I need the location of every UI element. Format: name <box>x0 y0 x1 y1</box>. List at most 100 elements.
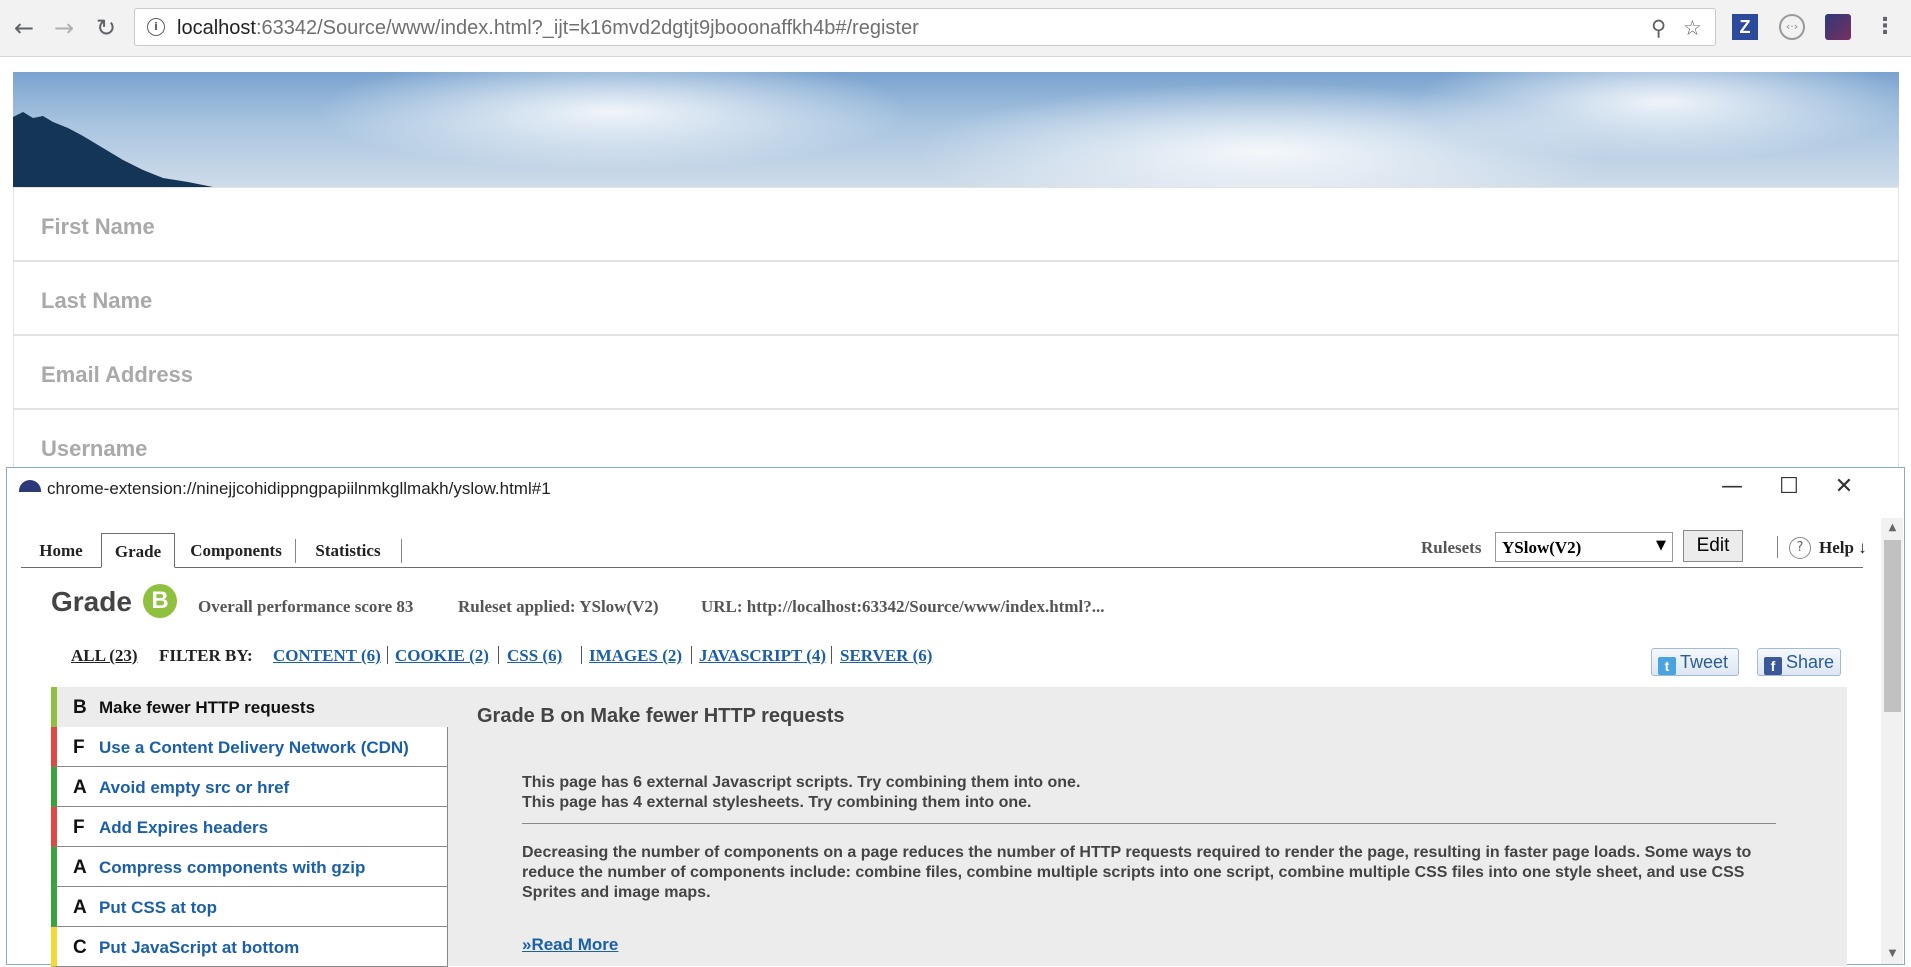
menu-icon[interactable]: ⋮ <box>1872 14 1898 40</box>
rule-item-css-top[interactable]: A Put CSS at top <box>51 887 447 927</box>
rule-grade: A <box>73 857 87 878</box>
help-icon[interactable]: ? <box>1789 537 1811 559</box>
last-name-placeholder: Last Name <box>41 288 153 313</box>
rule-item-empty-src[interactable]: A Avoid empty src or href <box>51 767 447 807</box>
rule-grade: A <box>73 777 87 798</box>
rule-name[interactable]: Avoid empty src or href <box>99 778 289 798</box>
filter-separator <box>831 646 832 664</box>
share-label: Share <box>1786 652 1835 672</box>
maximize-icon[interactable]: ☐ <box>1772 474 1806 500</box>
grade-badge: B <box>143 584 177 618</box>
rule-name[interactable]: Add Expires headers <box>99 818 268 838</box>
filter-server[interactable]: SERVER (6) <box>840 646 932 666</box>
zoom-icon[interactable]: ⚲ <box>1651 16 1666 40</box>
popup-titlebar: chrome-extension://ninejjcohidippngpapii… <box>7 468 1904 506</box>
close-icon[interactable]: ✕ <box>1827 474 1861 500</box>
detail-messages: This page has 6 external Javascript scri… <box>522 773 1080 813</box>
tweet-label: Tweet <box>1680 652 1729 672</box>
back-button[interactable]: ← <box>10 14 38 42</box>
yslow-favicon-icon <box>19 480 41 492</box>
filter-separator <box>498 646 499 664</box>
tab-grade[interactable]: Grade <box>101 533 175 568</box>
filter-javascript[interactable]: JAVASCRIPT (4) <box>699 646 826 666</box>
rule-item-expires-headers[interactable]: F Add Expires headers <box>51 807 447 847</box>
performance-score: Overall performance score 83 <box>198 597 414 616</box>
last-name-field[interactable]: Last Name <box>13 261 1899 335</box>
tab-home[interactable]: Home <box>21 533 101 567</box>
rule-name[interactable]: Put JavaScript at bottom <box>99 938 299 958</box>
rule-name[interactable]: Make fewer HTTP requests <box>99 698 315 718</box>
twitter-icon: t <box>1658 657 1676 675</box>
detail-description: Decreasing the number of components on a… <box>522 844 1752 901</box>
rule-item-cdn[interactable]: F Use a Content Delivery Network (CDN) <box>51 727 447 767</box>
rule-name[interactable]: Put CSS at top <box>99 898 217 918</box>
edit-button[interactable]: Edit <box>1683 530 1743 562</box>
facebook-icon: f <box>1764 657 1782 675</box>
cloud-shape <box>313 72 913 172</box>
yslow-popup-window: chrome-extension://ninejjcohidippngpapii… <box>6 467 1905 967</box>
site-info-icon[interactable]: i <box>147 18 165 36</box>
filter-separator <box>581 646 582 664</box>
rule-item-fewer-http-requests[interactable]: B Make fewer HTTP requests <box>51 687 447 727</box>
url-text[interactable]: localhost:63342/Source/www/index.html?_i… <box>177 17 919 40</box>
detail-message: This page has 4 external stylesheets. Tr… <box>522 794 1032 811</box>
email-placeholder: Email Address <box>41 362 194 387</box>
tab-statistics[interactable]: Statistics <box>301 533 395 567</box>
scroll-down-icon[interactable]: ▼ <box>1884 946 1901 962</box>
forward-button[interactable]: → <box>50 14 78 42</box>
url-host: localhost <box>177 17 256 39</box>
tab-separator <box>401 539 402 563</box>
ruleset-applied: Ruleset applied: YSlow(V2) <box>458 597 659 616</box>
rules-list: B Make fewer HTTP requests F Use a Conte… <box>51 687 447 967</box>
first-name-field[interactable]: First Name <box>13 187 1899 261</box>
tree-silhouette <box>13 112 213 187</box>
minimize-icon[interactable]: — <box>1715 474 1749 500</box>
filter-cookie[interactable]: COOKIE (2) <box>395 646 489 666</box>
filter-separator <box>691 646 692 664</box>
zotero-extension-icon[interactable]: Z <box>1732 14 1758 40</box>
filter-all[interactable]: ALL (23) <box>71 646 138 666</box>
page-url: URL: http://localhost:63342/Source/www/i… <box>701 597 1105 616</box>
dropdown-arrow-icon: ▼ <box>1656 538 1666 553</box>
tweet-button[interactable]: t Tweet <box>1651 648 1739 676</box>
url-path: :63342/Source/www/index.html?_ijt=k16mvd… <box>255 17 919 39</box>
tab-separator <box>295 539 296 563</box>
email-field[interactable]: Email Address <box>13 335 1899 409</box>
rulesets-label: Rulesets <box>1421 538 1482 557</box>
ruleset-value: YSlow(V2) <box>1502 538 1582 557</box>
ruleset-select[interactable]: YSlow(V2) ▼ <box>1495 532 1673 562</box>
bookmark-star-icon[interactable]: ☆ <box>1683 16 1702 40</box>
scrollbar-thumb[interactable] <box>1884 540 1901 712</box>
filter-images[interactable]: IMAGES (2) <box>589 646 682 666</box>
detail-divider <box>522 823 1776 824</box>
rule-name[interactable]: Compress components with gzip <box>99 858 365 878</box>
rule-name[interactable]: Use a Content Delivery Network (CDN) <box>99 738 409 758</box>
rule-grade: F <box>73 817 85 838</box>
scroll-up-icon[interactable]: ▲ <box>1884 520 1901 536</box>
help-link[interactable]: Help ↓ <box>1819 538 1867 558</box>
rule-grade: C <box>73 937 87 958</box>
filter-css[interactable]: CSS (6) <box>507 646 562 666</box>
tab-components[interactable]: Components <box>177 533 295 567</box>
share-button[interactable]: f Share <box>1757 648 1841 676</box>
reload-button[interactable]: ↻ <box>92 14 120 42</box>
yslow-extension-icon[interactable] <box>1825 14 1851 40</box>
filter-content[interactable]: CONTENT (6) <box>273 646 381 666</box>
filter-by-label: FILTER BY: <box>159 646 253 665</box>
browser-toolbar: ← → ↻ i localhost:63342/Source/www/index… <box>0 0 1911 57</box>
extension-icon[interactable]: ‹·› <box>1779 14 1805 40</box>
popup-title: chrome-extension://ninejjcohidippngpapii… <box>47 479 551 498</box>
address-bar[interactable]: i localhost:63342/Source/www/index.html?… <box>134 8 1716 46</box>
help-separator <box>1777 536 1778 558</box>
filter-separator <box>387 646 388 664</box>
rule-item-gzip[interactable]: A Compress components with gzip <box>51 847 447 887</box>
hero-banner <box>13 72 1899 187</box>
username-placeholder: Username <box>41 436 148 461</box>
rule-item-js-bottom[interactable]: C Put JavaScript at bottom <box>51 927 447 967</box>
rule-grade: B <box>73 697 87 718</box>
read-more-link[interactable]: »Read More <box>522 935 618 955</box>
rule-grade: F <box>73 737 85 758</box>
grade-heading: Grade <box>51 586 132 617</box>
detail-message: This page has 6 external Javascript scri… <box>522 774 1081 791</box>
rule-detail-pane: Grade B on Make fewer HTTP requests This… <box>447 687 1847 966</box>
